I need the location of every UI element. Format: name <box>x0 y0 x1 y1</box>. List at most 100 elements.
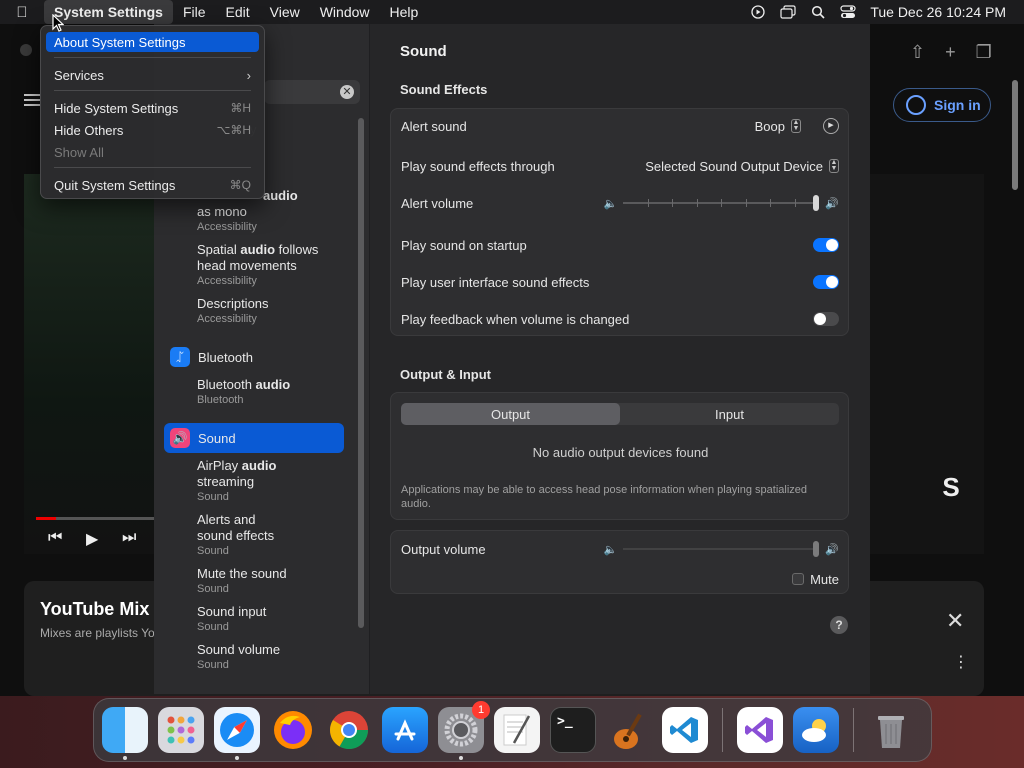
play-icon[interactable]: ▶ <box>86 529 98 549</box>
tab-output[interactable]: Output <box>401 403 620 425</box>
mute-checkbox[interactable] <box>792 573 805 585</box>
menu-item-hide-others[interactable]: Hide Others ⌥⌘H <box>46 120 259 140</box>
play-through-row: Play sound effects through Selected Soun… <box>401 156 839 176</box>
output-volume-slider[interactable] <box>623 541 820 557</box>
slider-thumb[interactable] <box>813 541 820 557</box>
system-settings-icon[interactable]: 1 <box>438 701 490 760</box>
sidebar-result-bold: audio <box>263 188 298 203</box>
sidebar-result-airplay-audio[interactable]: AirPlay audio streaming Sound <box>197 458 347 504</box>
dock-separator <box>722 708 723 752</box>
menu-item-label: Hide System Settings <box>54 100 179 116</box>
sidebar-category-bluetooth[interactable]: ᛢ Bluetooth <box>170 345 350 369</box>
sound-settings-pane: Sound Sound Effects Alert sound Boop ▲ ▼ … <box>370 24 870 694</box>
launchpad-icon[interactable] <box>158 707 204 753</box>
apple-menu-icon[interactable]:  <box>0 4 44 21</box>
menu-separator <box>54 167 251 168</box>
more-options-icon[interactable]: ⋮ <box>953 652 969 672</box>
firefox-icon[interactable] <box>270 707 316 753</box>
video-player[interactable] <box>24 174 154 554</box>
screen-record-icon[interactable] <box>750 5 766 19</box>
textedit-icon[interactable] <box>494 707 540 753</box>
menu-view[interactable]: View <box>260 0 310 24</box>
menu-item-shortcut: ⌥⌘H <box>216 123 252 137</box>
trash-icon[interactable] <box>868 707 914 753</box>
alert-sound-select[interactable]: Boop <box>755 119 785 134</box>
hamburger-icon[interactable] <box>24 94 40 106</box>
speaker-icon: 🔊 <box>170 428 190 448</box>
sidebar-result-spatial-audio[interactable]: Spatial audio follows head movements Acc… <box>197 242 347 288</box>
volume-high-icon: 🔊 <box>825 197 839 210</box>
mouse-cursor-icon <box>52 13 65 35</box>
app-store-icon[interactable] <box>382 707 428 753</box>
visual-studio-icon[interactable] <box>737 707 783 753</box>
vscode-icon[interactable] <box>662 707 708 753</box>
menu-item-label: Services <box>54 67 104 83</box>
alert-volume-label: Alert volume <box>401 195 474 211</box>
control-center-icon[interactable] <box>840 5 856 19</box>
clear-search-icon[interactable]: ✕ <box>340 85 354 99</box>
chevron-up-down-icon[interactable]: ▲ ▼ <box>829 159 839 173</box>
next-icon[interactable]: ⏭ <box>122 529 136 547</box>
startup-sound-row: Play sound on startup <box>401 235 839 255</box>
sidebar-scrollbar[interactable] <box>358 118 364 628</box>
window-dot <box>20 44 32 56</box>
play-sound-icon[interactable]: ▶ <box>823 118 839 134</box>
menu-file[interactable]: File <box>173 0 216 24</box>
ui-sounds-toggle[interactable] <box>813 275 839 289</box>
sidebar-result-bluetooth-audio[interactable]: Bluetooth audio Bluetooth <box>197 377 347 407</box>
sidebar-result-mute[interactable]: Mute the sound Sound <box>197 566 347 596</box>
previous-icon[interactable]: ⏮ <box>48 529 62 547</box>
sidebar-result-pre: Alerts and <box>197 512 256 527</box>
sidebar-result-line2: streaming <box>197 474 255 489</box>
sidebar-category-sound[interactable]: 🔊 Sound <box>164 423 344 453</box>
finder-icon[interactable] <box>102 707 148 760</box>
app-menu-dropdown: About System Settings Services › Hide Sy… <box>40 25 265 199</box>
sidebar-result-sound-volume[interactable]: Sound volume Sound <box>197 642 347 672</box>
sidebar-result-descriptions[interactable]: Descriptions Accessibility <box>197 296 347 326</box>
play-through-select[interactable]: Selected Sound Output Device <box>645 159 823 174</box>
menu-item-quit[interactable]: Quit System Settings ⌘Q <box>46 175 259 195</box>
stage-manager-icon[interactable] <box>780 5 796 19</box>
chevron-up-down-icon[interactable]: ▲ ▼ <box>791 119 801 133</box>
sidebar-search-input[interactable]: ✕ <box>264 80 360 104</box>
alert-sound-row: Alert sound Boop ▲ ▼ ▶ <box>401 116 839 136</box>
volume-low-icon: 🔈 <box>603 197 618 210</box>
menu-item-hide[interactable]: Hide System Settings ⌘H <box>46 98 259 118</box>
sound-effects-group: Alert sound Boop ▲ ▼ ▶ Play sound effects… <box>390 108 849 336</box>
safari-icon[interactable] <box>214 707 260 760</box>
garageband-icon[interactable] <box>606 707 652 753</box>
menu-window[interactable]: Window <box>310 0 380 24</box>
help-button[interactable]: ? <box>830 616 848 634</box>
terminal-icon[interactable]: >_ <box>550 707 596 753</box>
close-icon[interactable]: ✕ <box>946 608 964 634</box>
browser-scrollbar[interactable] <box>1012 80 1018 190</box>
new-tab-icon[interactable]: + <box>945 42 956 63</box>
sidebar-category-label: Sound <box>198 430 236 446</box>
menubar-clock[interactable]: Tue Dec 26 10:24 PM <box>870 4 1006 20</box>
spotlight-search-icon[interactable] <box>810 5 826 19</box>
volume-feedback-toggle[interactable] <box>813 312 839 326</box>
menu-item-about[interactable]: About System Settings <box>46 32 259 52</box>
sidebar-result-sub: Accessibility <box>197 275 257 287</box>
play-through-label: Play sound effects through <box>401 158 555 174</box>
sidebar-result-bold: audio <box>255 377 291 392</box>
tab-input[interactable]: Input <box>620 403 839 425</box>
output-volume-row: Output volume 🔈 🔊 <box>401 539 839 559</box>
slider-tick <box>697 199 699 207</box>
startup-sound-toggle[interactable] <box>813 238 839 252</box>
tab-overview-icon[interactable]: ❐ <box>976 42 992 63</box>
sign-in-button[interactable]: Sign in <box>893 88 991 122</box>
sidebar-result-sound-input[interactable]: Sound input Sound <box>197 604 347 634</box>
menu-help[interactable]: Help <box>380 0 429 24</box>
sidebar-result-alerts[interactable]: Alerts and sound effects Sound <box>197 512 347 558</box>
menu-edit[interactable]: Edit <box>216 0 260 24</box>
video-progress-bar[interactable] <box>36 517 154 520</box>
menu-item-services[interactable]: Services › <box>46 65 259 85</box>
slider-thumb[interactable] <box>813 195 820 211</box>
share-icon[interactable]: ⇧ <box>910 42 925 63</box>
shazam-icon[interactable]: S <box>932 472 970 506</box>
weather-icon[interactable] <box>793 707 839 753</box>
youtube-mix-subtitle: Mixes are playlists Yo <box>40 626 155 640</box>
chrome-icon[interactable] <box>326 707 372 753</box>
alert-volume-slider[interactable] <box>623 195 820 211</box>
